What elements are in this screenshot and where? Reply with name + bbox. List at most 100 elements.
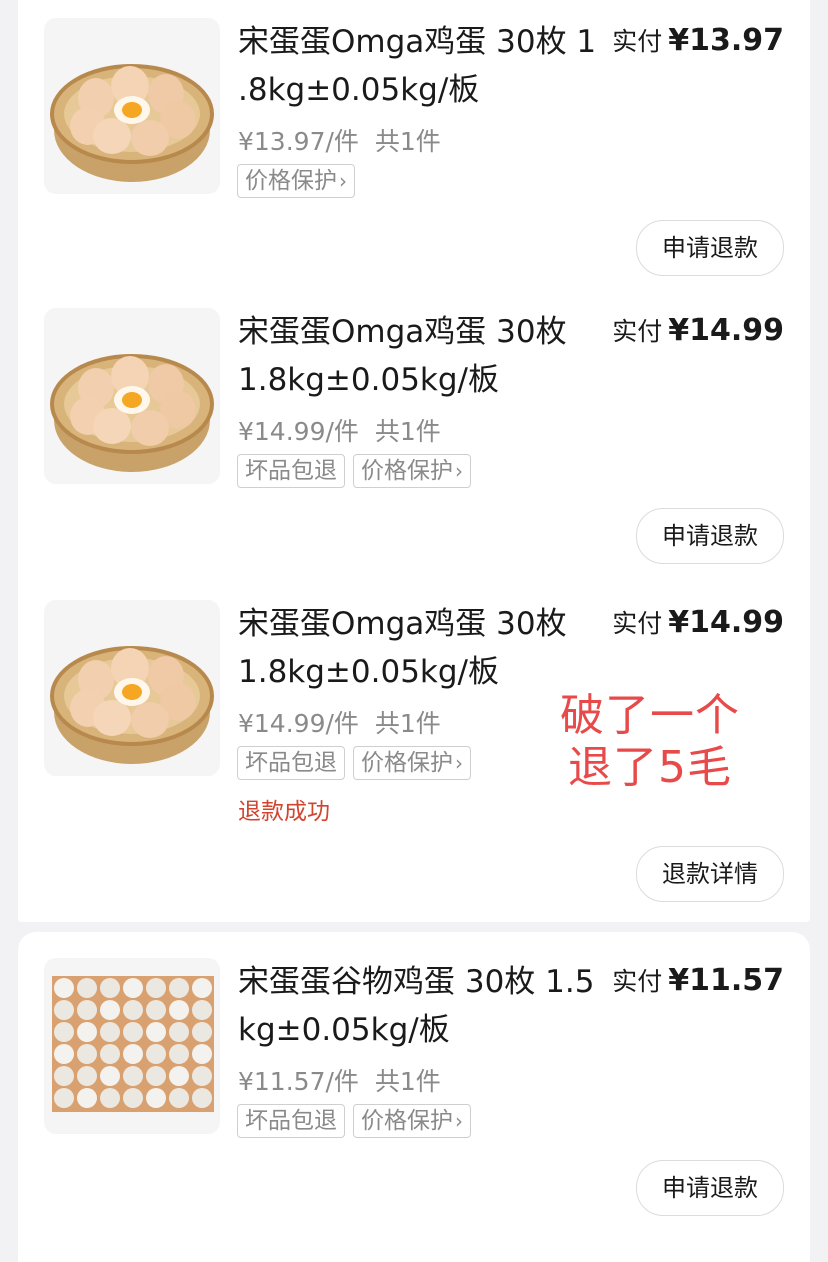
paid-amount: 实付 ¥14.99: [612, 312, 784, 348]
unit-price-row: ¥14.99/件 共1件: [238, 412, 441, 448]
egg-shape: [146, 1066, 166, 1086]
egg-shape: [100, 1088, 120, 1108]
service-tags: 坏品包退 价格保护 ›: [237, 454, 479, 488]
unit-price-row: ¥13.97/件 共1件: [238, 122, 441, 158]
egg-shape: [54, 1022, 74, 1042]
egg-shape: [169, 1088, 189, 1108]
unit-price-row: ¥14.99/件 共1件: [238, 704, 441, 740]
egg-shape: [192, 1022, 212, 1042]
egg-shape: [100, 1000, 120, 1020]
unit-price: ¥13.97/件: [238, 127, 359, 156]
service-tags: 坏品包退 价格保护 ›: [237, 746, 479, 780]
egg-shape: [123, 1022, 143, 1042]
order-card: 宋蛋蛋Omga鸡蛋 30枚 1 .8kg±0.05kg/板 实付 ¥13.97 ¥…: [18, 0, 810, 922]
product-title[interactable]: 宋蛋蛋Omga鸡蛋 30枚 1 .8kg±0.05kg/板: [238, 18, 618, 114]
product-title[interactable]: 宋蛋蛋Omga鸡蛋 30枚 1.8kg±0.05kg/板: [238, 308, 618, 404]
product-image-basket-eggs[interactable]: [44, 308, 220, 484]
egg-shape: [192, 1044, 212, 1064]
egg-shape: [123, 1044, 143, 1064]
product-title-line2: 1.8kg±0.05kg/板: [238, 654, 500, 690]
product-title-line1: 宋蛋蛋谷物鸡蛋 30枚 1.5: [238, 964, 595, 1000]
paid-amount: 实付 ¥13.97: [612, 22, 784, 58]
paid-label: 实付: [612, 609, 663, 638]
product-title-line1: 宋蛋蛋Omga鸡蛋 30枚 1: [238, 24, 597, 60]
chevron-right-icon: ›: [339, 169, 347, 193]
tag-damage-refund[interactable]: 坏品包退: [237, 454, 345, 488]
egg-shape: [146, 978, 166, 998]
paid-amount: 实付 ¥14.99: [612, 604, 784, 640]
apply-refund-button[interactable]: 申请退款: [636, 1160, 784, 1216]
product-title-line1: 宋蛋蛋Omga鸡蛋 30枚: [238, 314, 567, 350]
egg-shape: [192, 1000, 212, 1020]
tag-price-protection[interactable]: 价格保护 ›: [353, 1104, 471, 1138]
egg-shape: [123, 1066, 143, 1086]
quantity: 共1件: [374, 709, 441, 738]
egg-shape: [77, 978, 97, 998]
tag-damage-refund[interactable]: 坏品包退: [237, 1104, 345, 1138]
egg-shape: [100, 1044, 120, 1064]
unit-price: ¥11.57/件: [238, 1067, 359, 1096]
product-title[interactable]: 宋蛋蛋Omga鸡蛋 30枚 1.8kg±0.05kg/板: [238, 600, 618, 696]
egg-shape: [77, 1066, 97, 1086]
chevron-right-icon: ›: [455, 459, 463, 483]
paid-label: 实付: [612, 317, 663, 346]
egg-shape: [146, 1022, 166, 1042]
refund-status: 退款成功: [238, 799, 330, 825]
chevron-right-icon: ›: [455, 1109, 463, 1133]
egg-shape: [77, 1044, 97, 1064]
handwritten-annotation: 破了一个 退了5毛: [550, 690, 750, 794]
service-tags: 坏品包退 价格保护 ›: [237, 1104, 479, 1138]
tag-price-protection[interactable]: 价格保护 ›: [237, 164, 355, 198]
service-tags: 价格保护 ›: [237, 164, 363, 198]
egg-shape: [169, 1044, 189, 1064]
egg-shape: [169, 1000, 189, 1020]
egg-shape: [100, 1022, 120, 1042]
egg-shape: [123, 1088, 143, 1108]
egg-shape: [123, 1000, 143, 1020]
product-title-line1: 宋蛋蛋Omga鸡蛋 30枚: [238, 606, 567, 642]
refund-details-button[interactable]: 退款详情: [636, 846, 784, 902]
product-title-line2: kg±0.05kg/板: [238, 1012, 450, 1048]
tag-damage-refund[interactable]: 坏品包退: [237, 746, 345, 780]
egg-shape: [169, 1022, 189, 1042]
paid-amount: 实付 ¥11.57: [612, 962, 784, 998]
egg-shape: [54, 1066, 74, 1086]
tag-price-protection[interactable]: 价格保护 ›: [353, 454, 471, 488]
product-title-line2: 1.8kg±0.05kg/板: [238, 362, 500, 398]
product-title-line2: .8kg±0.05kg/板: [238, 72, 480, 108]
egg-shape: [77, 1022, 97, 1042]
quantity: 共1件: [374, 417, 441, 446]
paid-value: ¥14.99: [668, 605, 784, 640]
paid-value: ¥13.97: [668, 23, 784, 58]
egg-shape: [54, 1088, 74, 1108]
tag-price-protection[interactable]: 价格保护 ›: [353, 746, 471, 780]
egg-shape: [146, 1044, 166, 1064]
egg-shape: [54, 1000, 74, 1020]
egg-shape: [192, 978, 212, 998]
egg-shape: [77, 1088, 97, 1108]
paid-label: 实付: [612, 27, 663, 56]
unit-price: ¥14.99/件: [238, 417, 359, 446]
egg-shape: [100, 978, 120, 998]
egg-shape: [54, 1044, 74, 1064]
egg-shape: [123, 978, 143, 998]
product-image-egg-tray[interactable]: [44, 958, 220, 1134]
product-image-basket-eggs[interactable]: [44, 600, 220, 776]
apply-refund-button[interactable]: 申请退款: [636, 508, 784, 564]
quantity: 共1件: [374, 127, 441, 156]
egg-shape: [146, 1088, 166, 1108]
apply-refund-button[interactable]: 申请退款: [636, 220, 784, 276]
egg-shape: [146, 1000, 166, 1020]
product-image-basket-eggs[interactable]: [44, 18, 220, 194]
paid-label: 实付: [612, 967, 663, 996]
annotation-line1: 破了一个: [560, 690, 740, 741]
quantity: 共1件: [374, 1067, 441, 1096]
egg-shape: [169, 978, 189, 998]
unit-price-row: ¥11.57/件 共1件: [238, 1062, 441, 1098]
annotation-line2: 退了5毛: [568, 742, 732, 793]
chevron-right-icon: ›: [455, 751, 463, 775]
egg-shape: [100, 1066, 120, 1086]
product-title[interactable]: 宋蛋蛋谷物鸡蛋 30枚 1.5 kg±0.05kg/板: [238, 958, 618, 1054]
egg-shape: [77, 1000, 97, 1020]
egg-shape: [169, 1066, 189, 1086]
